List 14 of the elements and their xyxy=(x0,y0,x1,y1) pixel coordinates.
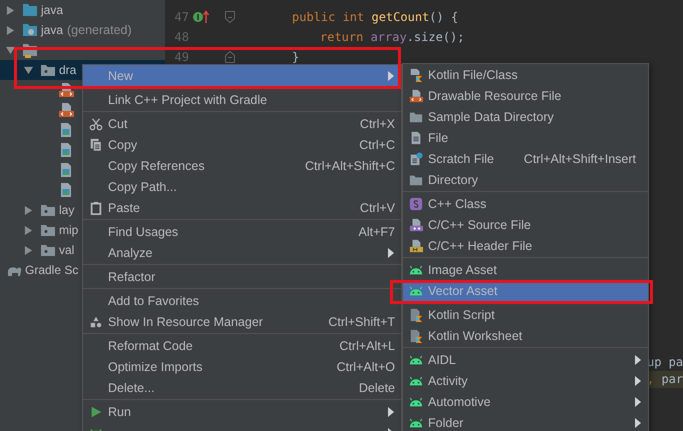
tree-item-label: dra xyxy=(59,63,76,77)
code-line: return array.size(); xyxy=(320,30,464,44)
line-number: 49 xyxy=(174,50,189,64)
code-line: } xyxy=(292,50,300,64)
tree-item-label: lay xyxy=(59,203,74,217)
tree-item-label: java xyxy=(41,3,64,17)
tree-item-label: mip xyxy=(59,223,78,237)
line-number: 48 xyxy=(174,30,189,44)
tree-item-label: Gradle Sc xyxy=(25,263,78,277)
line-number: 47 xyxy=(174,10,189,24)
tree-item-label: val xyxy=(59,243,74,257)
code-line: public int getCount() { xyxy=(292,10,458,24)
tree-item-label: java xyxy=(41,23,64,37)
tree-item-note: (generated) xyxy=(67,23,132,37)
